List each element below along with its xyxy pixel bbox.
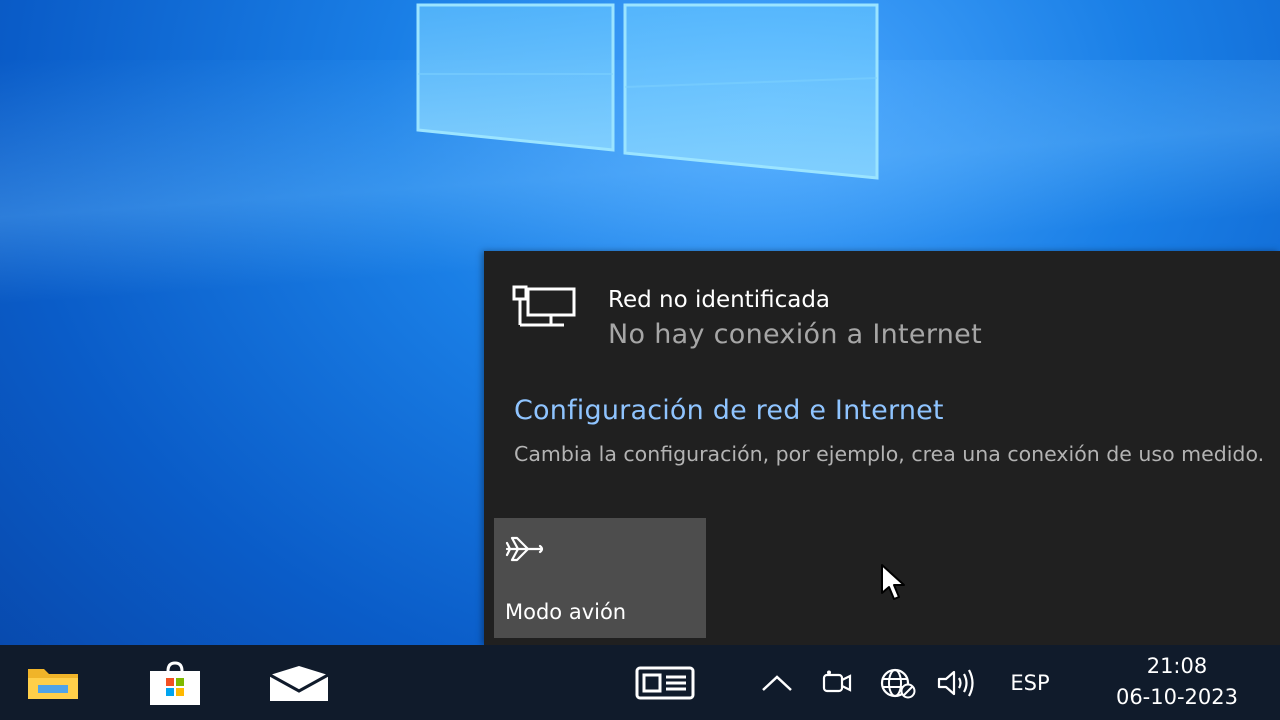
network-name: Red no identificada bbox=[608, 287, 831, 313]
meet-now-button[interactable] bbox=[816, 659, 858, 707]
mail-icon bbox=[269, 666, 329, 701]
clock[interactable]: 21:08 06-10-2023 bbox=[1116, 651, 1238, 713]
news-widget-icon bbox=[635, 666, 695, 700]
microsoft-store-button[interactable] bbox=[140, 655, 210, 711]
clock-date: 06-10-2023 bbox=[1115, 685, 1238, 709]
windows-logo bbox=[416, 3, 879, 180]
file-explorer-icon bbox=[28, 669, 78, 699]
network-entry[interactable]: Red no identificada No hay conexión a In… bbox=[512, 285, 982, 353]
airplane-icon bbox=[505, 536, 544, 562]
network-status: No hay conexión a Internet bbox=[608, 319, 982, 350]
file-explorer-button[interactable] bbox=[18, 655, 88, 711]
language-label: ESP bbox=[1010, 671, 1050, 695]
volume-button[interactable] bbox=[934, 659, 980, 707]
volume-icon bbox=[937, 669, 974, 697]
mail-button[interactable] bbox=[264, 655, 334, 711]
globe-network-icon bbox=[880, 668, 916, 699]
microsoft-store-icon bbox=[150, 661, 200, 705]
meet-now-icon bbox=[822, 670, 852, 693]
language-indicator[interactable]: ESP bbox=[996, 659, 1064, 707]
clock-time: 21:08 bbox=[1146, 654, 1208, 678]
taskbar: ESP 21:08 06-10-2023 bbox=[0, 645, 1280, 720]
wired-network-icon bbox=[512, 285, 576, 327]
network-settings-link[interactable]: Configuración de red e Internet bbox=[514, 395, 944, 426]
network-settings-description: Cambia la configuración, por ejemplo, cr… bbox=[514, 442, 1265, 466]
show-hidden-icons-button[interactable] bbox=[756, 659, 798, 707]
mouse-cursor bbox=[881, 564, 905, 600]
airplane-mode-label: Modo avión bbox=[505, 600, 627, 624]
news-widget-button[interactable] bbox=[630, 655, 700, 711]
airplane-mode-tile[interactable]: Modo avión bbox=[494, 518, 706, 638]
network-tray-button[interactable] bbox=[874, 659, 920, 707]
chevron-up-icon bbox=[762, 675, 792, 691]
